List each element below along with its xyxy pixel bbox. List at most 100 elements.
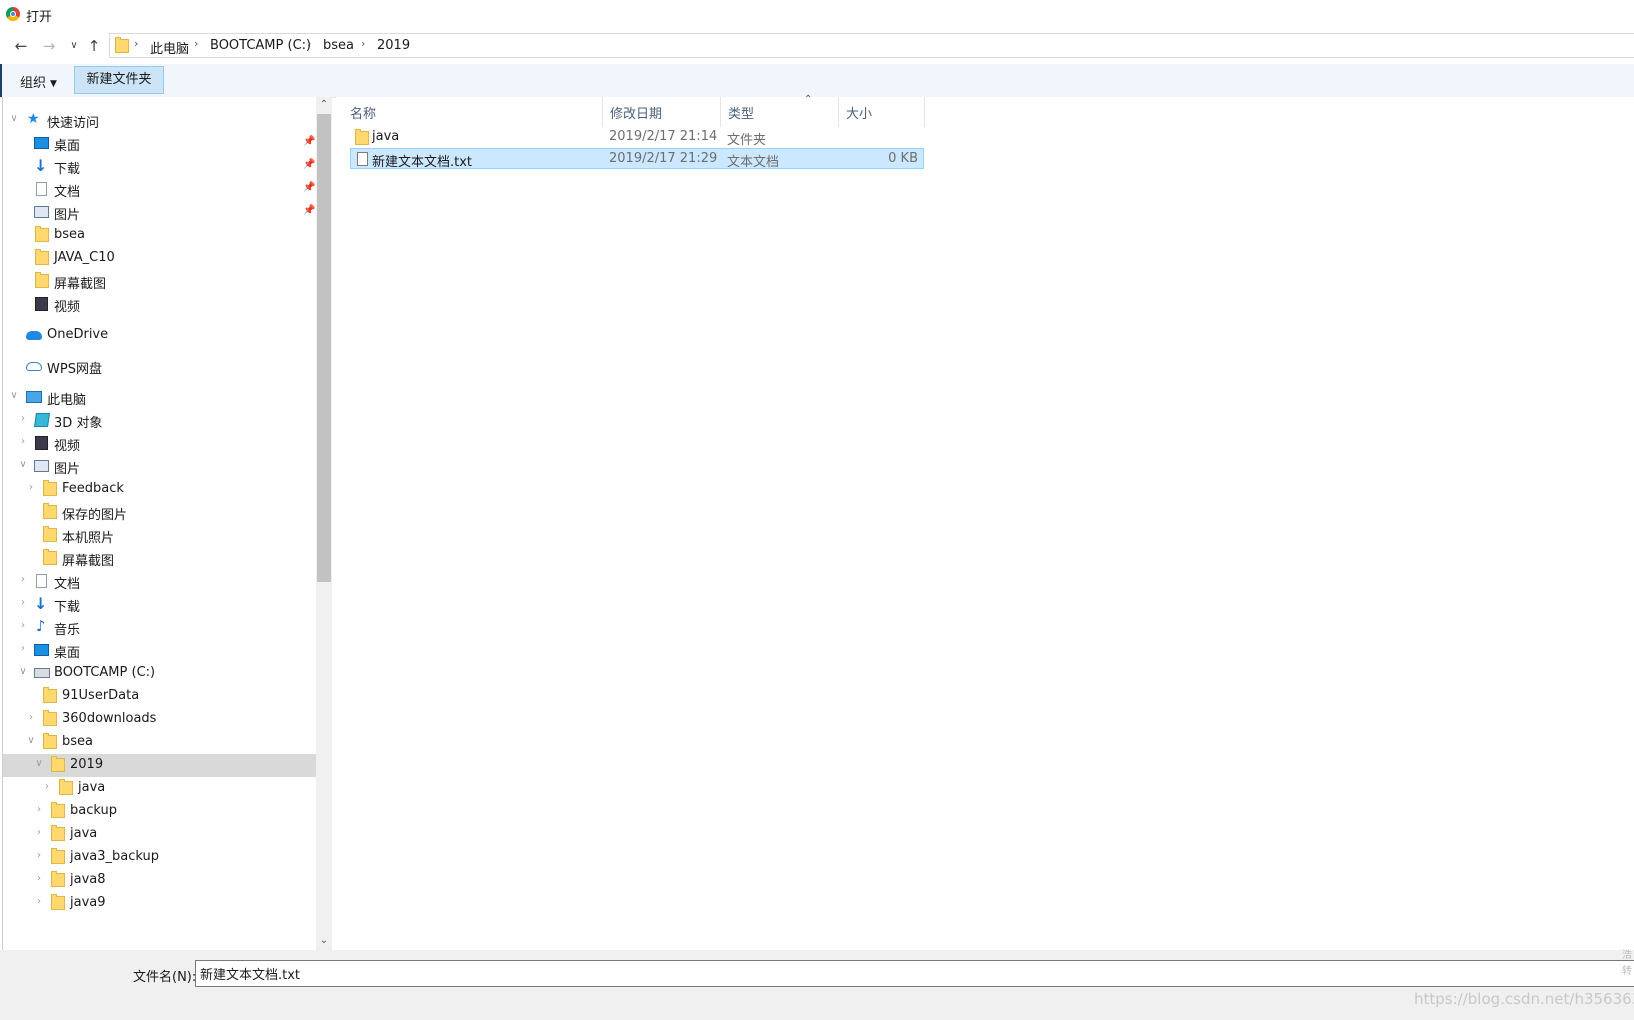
column-divider[interactable]: [720, 97, 721, 127]
chevron-right-icon[interactable]: ›: [18, 413, 28, 424]
tree-item-desktop-pc[interactable]: › 桌面: [3, 639, 317, 662]
address-bar[interactable]: › 此电脑 › BOOTCAMP (C:) › bsea › 2019: [109, 33, 1634, 58]
scroll-down-icon[interactable]: ⌄: [316, 933, 332, 949]
tree-item-2019[interactable]: ∨ 2019: [3, 754, 317, 777]
up-arrow-icon[interactable]: ↑: [84, 36, 104, 56]
column-name[interactable]: 名称: [350, 103, 376, 122]
chevron-right-icon[interactable]: ›: [42, 781, 52, 792]
chevron-right-icon[interactable]: ›: [34, 896, 44, 907]
file-row-selected[interactable]: 新建文本文档.txt 2019/2/17 21:29 文本文档 0 KB: [350, 148, 924, 170]
chevron-down-icon[interactable]: ∨: [26, 735, 36, 746]
chevron-right-icon[interactable]: ›: [18, 574, 28, 585]
back-arrow-icon[interactable]: ←: [11, 36, 31, 56]
tree-item-label: 360downloads: [62, 711, 157, 726]
video-icon: [35, 436, 48, 450]
tree-item-label: java: [70, 826, 98, 841]
chevron-down-icon[interactable]: ∨: [9, 390, 19, 401]
chevron-right-icon[interactable]: ›: [34, 873, 44, 884]
chevron-down-icon[interactable]: ∨: [9, 113, 19, 124]
folder-icon: [51, 894, 65, 910]
tree-item-quick-access[interactable]: ∨ ★ 快速访问: [3, 109, 317, 132]
tree-item-videos-pc[interactable]: › 视频: [3, 432, 317, 455]
folder-icon: [35, 272, 49, 288]
chevron-right-icon[interactable]: ›: [34, 804, 44, 815]
column-divider[interactable]: [602, 97, 603, 127]
tree-item-label: 3D 对象: [54, 416, 103, 431]
tree-item-onedrive[interactable]: OneDrive: [3, 324, 317, 347]
tree-item-documents-pc[interactable]: › 文档: [3, 570, 317, 593]
chevron-right-icon[interactable]: ›: [26, 482, 36, 493]
column-type[interactable]: 类型: [728, 103, 754, 122]
tree-item-3d-objects[interactable]: › 3D 对象: [3, 409, 317, 432]
tree-item-screenshots-pc[interactable]: 屏幕截图: [3, 547, 317, 570]
tree-item-java-c10[interactable]: JAVA_C10: [3, 247, 317, 270]
tree-item-screenshots[interactable]: 屏幕截图: [3, 270, 317, 293]
scroll-up-icon[interactable]: ⌃: [316, 97, 332, 113]
tree-item-2019-java[interactable]: › java: [3, 777, 317, 800]
organize-button[interactable]: 组织 ▼: [20, 72, 57, 91]
chevron-right-icon[interactable]: ›: [18, 643, 28, 654]
chevron-right-icon[interactable]: ›: [307, 37, 311, 50]
breadcrumb-bootcamp[interactable]: BOOTCAMP (C:): [210, 38, 311, 53]
tree-item-bsea[interactable]: bsea: [3, 224, 317, 247]
chevron-down-icon[interactable]: ∨: [18, 459, 28, 470]
tree-item-91userdata[interactable]: 91UserData: [3, 685, 317, 708]
breadcrumb-2019[interactable]: 2019: [377, 38, 410, 53]
tree-item-music[interactable]: › ♪ 音乐: [3, 616, 317, 639]
column-size[interactable]: 大小: [846, 103, 872, 122]
file-row[interactable]: java 2019/2/17 21:14 文件夹: [350, 127, 924, 148]
scrollbar-thumb[interactable]: [317, 114, 331, 582]
new-folder-button[interactable]: 新建文件夹: [74, 66, 164, 94]
tree-item-camera-roll[interactable]: 本机照片: [3, 524, 317, 547]
file-type: 文本文档: [727, 155, 780, 170]
chevron-right-icon[interactable]: ›: [134, 37, 138, 50]
tree-item-java[interactable]: › java: [3, 823, 317, 846]
chevron-right-icon[interactable]: ›: [34, 827, 44, 838]
chevron-right-icon[interactable]: ›: [194, 37, 198, 50]
tree-item-downloads[interactable]: ↓ 下载 📌: [3, 155, 317, 178]
tree-item-this-pc[interactable]: ∨ 此电脑: [3, 386, 317, 409]
desktop-icon: [34, 137, 49, 149]
chevron-down-icon[interactable]: ∨: [18, 666, 28, 677]
music-icon: ♪: [36, 617, 46, 635]
tree-item-feedback[interactable]: › Feedback: [3, 478, 317, 501]
tree-item-java8[interactable]: › java8: [3, 869, 317, 892]
tree-item-pictures[interactable]: 图片 📌: [3, 201, 317, 224]
tree-item-java9[interactable]: › java9: [3, 892, 317, 915]
tree-item-bsea-c[interactable]: ∨ bsea: [3, 731, 317, 754]
breadcrumb-this-pc[interactable]: 此电脑: [150, 38, 189, 57]
chevron-down-icon[interactable]: ∨: [34, 758, 44, 769]
column-divider[interactable]: [924, 97, 925, 127]
tree-item-360downloads[interactable]: › 360downloads: [3, 708, 317, 731]
chevron-right-icon[interactable]: ›: [361, 37, 365, 50]
chevron-right-icon[interactable]: ›: [18, 620, 28, 631]
pin-icon[interactable]: 📌: [303, 205, 315, 216]
pin-icon[interactable]: 📌: [303, 182, 315, 193]
tree-scrollbar[interactable]: ⌃ ⌄: [316, 97, 332, 950]
tree-item-saved-pictures[interactable]: 保存的图片: [3, 501, 317, 524]
chevron-right-icon[interactable]: ›: [26, 712, 36, 723]
chevron-right-icon[interactable]: ›: [34, 850, 44, 861]
tree-item-wps-cloud[interactable]: WPS网盘: [3, 355, 317, 378]
pin-icon[interactable]: 📌: [303, 136, 315, 147]
tree-item-backup[interactable]: › backup: [3, 800, 317, 823]
column-modified[interactable]: 修改日期: [610, 103, 662, 122]
chevron-right-icon[interactable]: ›: [18, 436, 28, 447]
chevron-right-icon[interactable]: ›: [18, 597, 28, 608]
filename-input[interactable]: [195, 960, 1634, 987]
tree-item-desktop[interactable]: 桌面 📌: [3, 132, 317, 155]
drive-icon: [34, 668, 50, 678]
forward-arrow-icon[interactable]: →: [39, 36, 59, 56]
tree-item-documents[interactable]: 文档 📌: [3, 178, 317, 201]
tree-item-downloads-pc[interactable]: › ↓ 下载: [3, 593, 317, 616]
breadcrumb-bsea[interactable]: bsea: [323, 38, 354, 53]
tree-item-bootcamp-drive[interactable]: ∨ BOOTCAMP (C:): [3, 662, 317, 685]
tree-item-java3-backup[interactable]: › java3_backup: [3, 846, 317, 869]
tree-item-videos[interactable]: 视频: [3, 293, 317, 316]
column-divider[interactable]: [838, 97, 839, 127]
tree-item-label: 本机照片: [62, 531, 115, 546]
tree-item-pictures-pc[interactable]: ∨ 图片: [3, 455, 317, 478]
chevron-down-icon[interactable]: ∨: [64, 36, 84, 56]
pin-icon[interactable]: 📌: [303, 159, 315, 170]
file-modified: 2019/2/17 21:29: [609, 151, 718, 166]
